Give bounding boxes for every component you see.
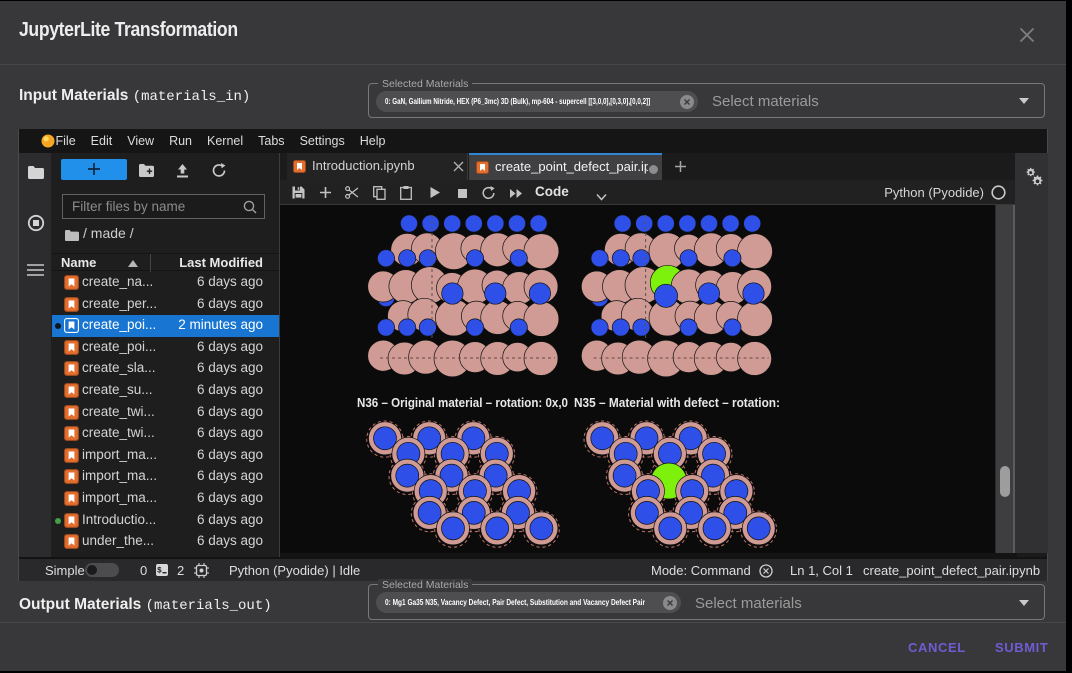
svg-text:$: $ xyxy=(157,567,162,576)
svg-text:N35 – Material with defect – r: N35 – Material with defect – rotation: xyxy=(574,396,780,410)
svg-text:N36 – Original material – rota: N36 – Original material – rotation: 0x,0 xyxy=(357,396,568,410)
